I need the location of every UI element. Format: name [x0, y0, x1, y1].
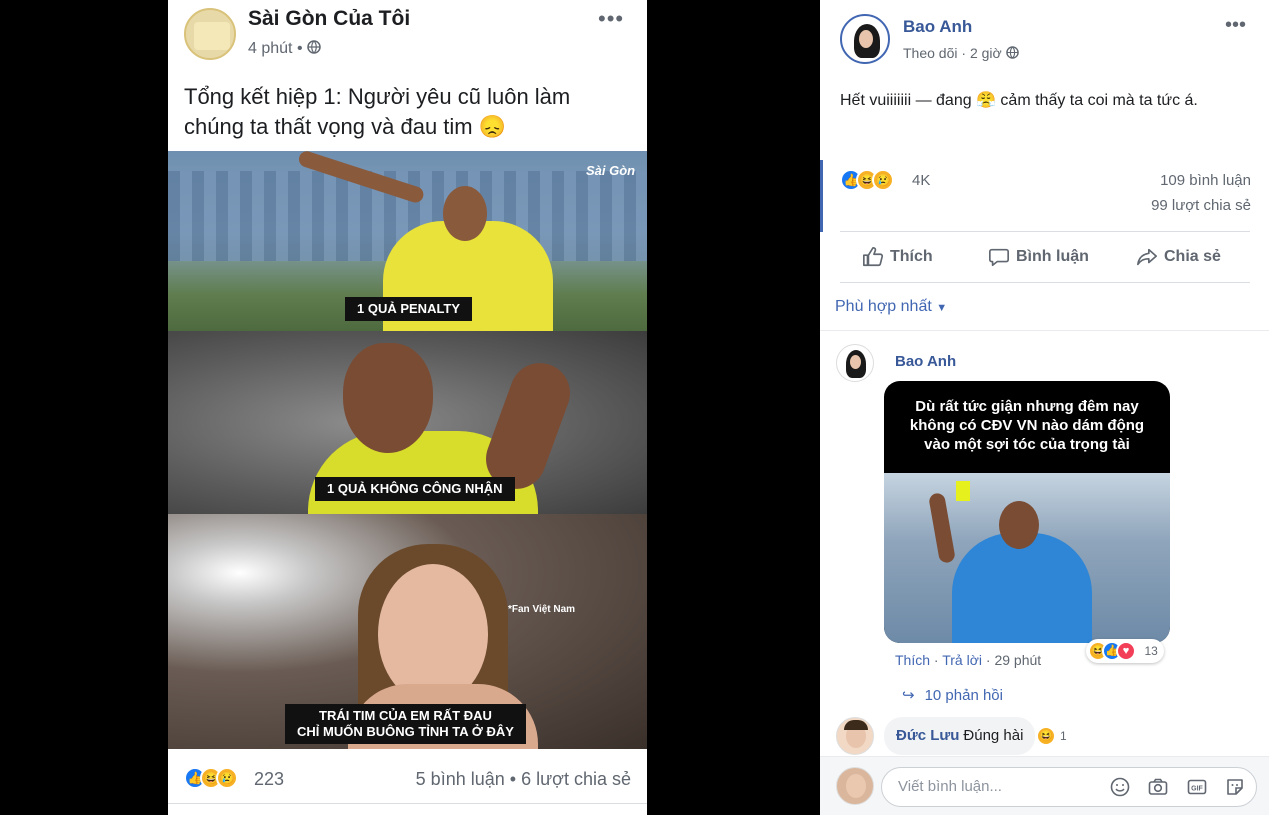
page-name[interactable]: Sài Gòn Của Tôi [248, 7, 410, 31]
comment-reaction-count: 1 [1060, 729, 1067, 743]
more-options-icon[interactable]: ••• [598, 6, 624, 32]
comment-placeholder: Viết bình luận... [898, 778, 1002, 795]
globe-icon [307, 40, 321, 54]
comment-reply-link[interactable]: Trả lời [942, 652, 982, 668]
share-button[interactable]: Chia sẻ [1136, 246, 1221, 268]
comment-count[interactable]: 5 bình luận [416, 769, 505, 789]
comment-reactions[interactable]: 😆 1 [1036, 726, 1067, 746]
svg-text:GIF: GIF [1191, 786, 1203, 793]
camera-icon[interactable] [1147, 776, 1169, 798]
comment-author[interactable]: Bao Anh [895, 353, 956, 370]
post-meta: 4 phút • [248, 40, 321, 58]
sad-reaction-icon: 😢 [872, 169, 894, 191]
meme-caption: 1 QUẢ PENALTY [345, 297, 473, 321]
post-image[interactable]: Sài Gòn 1 QUẢ PENALTY 1 QUẢ KHÔNG CÔNG N… [168, 151, 647, 749]
fan-label: *Fan Việt Nam [508, 604, 576, 615]
reaction-count[interactable]: 223 [254, 769, 284, 790]
comment-avatar[interactable] [836, 717, 874, 755]
post-text: Hết vuiiiiiii — đang 😤 cảm thấy ta coi m… [840, 92, 1198, 109]
meme-panel-not-counted: 1 QUẢ KHÔNG CÔNG NHẬN [168, 331, 647, 514]
comment-image[interactable]: Dù rất tức giận nhưng đêm nay không có C… [884, 381, 1170, 643]
share-icon [1137, 248, 1157, 266]
page-avatar[interactable] [184, 8, 236, 60]
post-time[interactable]: 4 phút [248, 40, 292, 57]
author-avatar[interactable] [840, 14, 890, 64]
globe-icon [1005, 46, 1019, 59]
comment-input[interactable]: Viết bình luận... GIF [881, 767, 1257, 807]
post-text: Tổng kết hiệp 1: Người yêu cũ luôn làm c… [184, 84, 571, 139]
left-post: Sài Gòn Của Tôi 4 phút • ••• Tổng kết hi… [168, 0, 647, 815]
view-replies-link[interactable]: ↪ 10 phản hồi [902, 686, 1003, 704]
active-indicator [820, 160, 823, 232]
meme-caption: 1 QUẢ KHÔNG CÔNG NHẬN [315, 477, 515, 501]
comment-bubble: Đức Lưu Đúng hài [884, 717, 1036, 755]
comment-author[interactable]: Đức Lưu [896, 727, 959, 744]
caret-down-icon: ▼ [936, 302, 948, 314]
share-count[interactable]: 99 lượt chia sẻ [1151, 197, 1251, 214]
meta-dot: · [961, 45, 967, 61]
comment-actions: Thích · Trả lời · 29 phút [895, 652, 1041, 668]
thumbs-up-icon [863, 247, 884, 267]
right-post-panel: Bao Anh Theo dõi · 2 giờ ••• Hết vuiiiii… [820, 0, 1269, 815]
comment-time[interactable]: 29 phút [994, 652, 1041, 668]
meme-panel-penalty: Sài Gòn 1 QUẢ PENALTY [168, 151, 647, 331]
comment-reactions[interactable]: 😆👍 ♥ 13 [1086, 639, 1164, 663]
comment-reaction-count: 13 [1144, 644, 1158, 658]
watermark: Sài Gòn [586, 163, 636, 178]
comment-text: Đúng hài [963, 727, 1024, 744]
comment-image-text: Dù rất tức giận nhưng đêm nay không có C… [909, 398, 1145, 453]
dot: · [933, 652, 943, 668]
share-count[interactable]: 6 lượt chia sẻ [521, 769, 631, 789]
follow-link[interactable]: Theo dõi [903, 45, 957, 61]
comment-avatar[interactable] [836, 344, 874, 382]
post-time[interactable]: 2 giờ [970, 45, 1002, 61]
love-reaction-icon: ♥ [1116, 641, 1136, 661]
current-user-avatar[interactable] [836, 767, 874, 805]
emoji-icon[interactable] [1109, 776, 1131, 798]
comment-input-icons: GIF [1097, 776, 1246, 798]
post-stats: 5 bình luận • 6 lượt chia sẻ [416, 769, 631, 790]
stats-separator: • [509, 769, 517, 789]
reactions[interactable]: 👍😆😢 [184, 767, 238, 789]
post-meta: Theo dõi · 2 giờ [903, 45, 1019, 61]
comment-sort-dropdown[interactable]: Phù hợp nhất ▼ [835, 298, 947, 316]
divider [820, 330, 1269, 331]
haha-reaction-icon: 😆 [1036, 726, 1056, 746]
reply-arrow-icon: ↪ [902, 687, 915, 704]
meme-panel-heartbreak: *Fan Việt Nam TRÁI TIM CỦA EM RẤT ĐAU CH… [168, 514, 647, 749]
reactions[interactable]: 👍😆😢 [840, 169, 894, 191]
gif-icon[interactable]: GIF [1186, 776, 1208, 798]
comment-button[interactable]: Bình luận [988, 246, 1089, 268]
sad-reaction-icon: 😢 [216, 767, 238, 789]
comment-count[interactable]: 109 bình luận [1160, 172, 1251, 189]
post-actions: Thích Bình luận Chia sẻ [840, 231, 1250, 283]
reaction-count[interactable]: 4K [912, 172, 930, 189]
meta-dot: • [296, 40, 307, 57]
referee-photo [884, 473, 1170, 643]
comment-like-link[interactable]: Thích [895, 652, 930, 668]
comment-icon [989, 248, 1009, 267]
post-footer: 👍😆😢 223 5 bình luận • 6 lượt chia sẻ [168, 752, 647, 804]
sticker-icon[interactable] [1224, 776, 1246, 798]
more-options-icon[interactable]: ••• [1225, 14, 1246, 37]
author-name[interactable]: Bao Anh [903, 17, 972, 37]
like-button[interactable]: Thích [862, 246, 933, 268]
meme-caption: TRÁI TIM CỦA EM RẤT ĐAU CHỈ MUỐN BUÔNG T… [285, 704, 526, 744]
